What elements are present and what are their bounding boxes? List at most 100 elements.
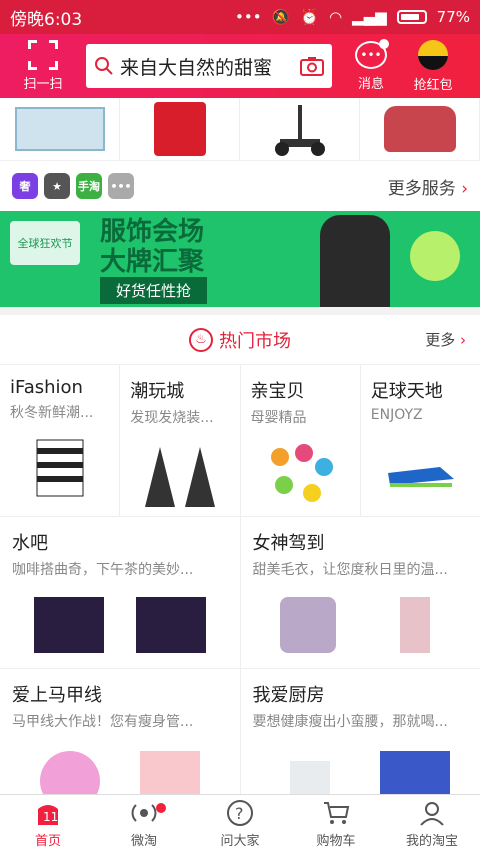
search-text: 来自大自然的甜蜜 — [120, 56, 273, 79]
sweater-women-image — [280, 597, 431, 653]
market-subtitle: 秋冬新鲜潮... — [10, 405, 94, 421]
tab-my-taobao[interactable]: 我的淘宝 — [384, 795, 480, 853]
hot-market-title: 热门市场 — [219, 330, 291, 352]
camera-icon[interactable] — [300, 56, 324, 76]
baby-toys-image — [271, 444, 334, 502]
services-row: 奢 ★ 手淘 ••• 更多服务 › — [0, 161, 480, 211]
fire-icon: ♨ — [189, 327, 213, 352]
market-subtitle: 甜美毛衣，让您度秋日里的温... — [252, 562, 448, 578]
hot-more-link[interactable]: 更多 › — [425, 329, 466, 350]
market-subtitle: 母婴精品 — [250, 410, 307, 426]
more-services-link[interactable]: 更多服务 › — [388, 174, 468, 199]
scan-label: 扫一扫 — [23, 77, 63, 92]
status-time: 傍晚6:03 — [10, 9, 83, 30]
product-condom[interactable] — [120, 98, 240, 160]
market-title: 我爱厨房 — [252, 685, 325, 706]
market-subtitle: 咖啡搭曲奇，下午茶的美妙... — [12, 562, 194, 578]
alarm-icon: ⏰ — [300, 8, 319, 26]
profile-icon — [418, 799, 446, 827]
svg-text:11: 11 — [43, 810, 58, 824]
mute-icon: 🔕 — [271, 8, 291, 26]
tab-cart[interactable]: 购物车 — [288, 795, 384, 853]
scan-icon — [28, 40, 58, 70]
status-bar: 傍晚6:03 ••• 🔕 ⏰ ◠ ▂▄▆ 77% — [0, 0, 480, 34]
service-icon-1[interactable]: 奢 — [12, 173, 38, 199]
tissue-image — [14, 107, 105, 151]
market-goddess[interactable]: 女神驾到 甜美毛衣，让您度秋日里的温... — [241, 517, 480, 668]
scan-button[interactable]: 扫一扫 — [0, 40, 86, 92]
top-header: 扫一扫 来自大自然的甜蜜 ••• 消息 抢红包 — [0, 34, 480, 98]
market-row-2: 水吧 咖啡搭曲奇，下午茶的美妙... 女神驾到 甜美毛衣，让您度秋日里的温... — [0, 517, 480, 669]
market-title: 亲宝贝 — [250, 381, 305, 402]
market-title: 女神驾到 — [252, 533, 325, 554]
tab-ask[interactable]: ? 问大家 — [192, 795, 288, 853]
fitness-image — [39, 751, 200, 794]
product-bag[interactable] — [360, 98, 480, 160]
message-button[interactable]: ••• 消息 — [340, 38, 402, 92]
market-subtitle: 要想健康瘦出小蛮腰，那就喝... — [252, 714, 448, 730]
more-dots-icon: ••• — [235, 8, 262, 26]
condom-image — [153, 102, 206, 156]
chevron-right-icon: › — [461, 178, 468, 199]
market-toy-city[interactable]: 潮玩城 发现发烧装... — [120, 365, 241, 516]
tab-weitao[interactable]: 微淘 — [96, 795, 192, 853]
promo-banner[interactable]: 全球狂欢节 服饰会场 大牌汇聚 好货任性抢 — [0, 211, 480, 307]
figure-image — [144, 447, 215, 507]
banner-title: 服饰会场 大牌汇聚 — [100, 217, 205, 277]
kitchen-image — [290, 751, 451, 794]
banner-badge: 全球狂欢节 — [10, 221, 80, 265]
shoes-image — [388, 467, 455, 487]
search-icon — [95, 57, 113, 75]
banner-pill: 好货任性抢 — [100, 277, 208, 304]
notification-dot — [156, 803, 166, 813]
product-scooter[interactable] — [240, 98, 360, 160]
market-water-bar[interactable]: 水吧 咖啡搭曲奇，下午茶的美妙... — [0, 517, 241, 668]
battery-level: 77% — [436, 8, 470, 26]
question-icon: ? — [226, 799, 254, 827]
tab-label: 首页 — [34, 834, 61, 849]
service-icon-2[interactable]: ★ — [44, 173, 70, 199]
market-subtitle: 发现发烧装... — [130, 410, 214, 426]
search-input[interactable]: 来自大自然的甜蜜 — [86, 44, 332, 88]
home-icon: 11 — [34, 799, 62, 827]
chevron-right-icon: › — [460, 331, 466, 349]
wifi-icon: ◠ — [328, 8, 343, 26]
market-row-1: iFashion 秋冬新鲜潮... 潮玩城 发现发烧装... 亲宝贝 母婴精品 … — [0, 365, 480, 517]
tab-label: 我的淘宝 — [405, 834, 458, 849]
market-title: 足球天地 — [370, 381, 443, 402]
broadcast-icon — [130, 799, 158, 827]
market-ifashion[interactable]: iFashion 秋冬新鲜潮... — [0, 365, 121, 516]
coffee-image — [33, 597, 206, 653]
hot-market-header: ♨ 热门市场 更多 › — [0, 315, 480, 365]
scooter-image — [274, 105, 325, 156]
market-baby[interactable]: 亲宝贝 母婴精品 — [241, 365, 361, 516]
market-subtitle: 马甲线大作战！您有瘦身管... — [12, 714, 194, 730]
main-content: 奢 ★ 手淘 ••• 更多服务 › 全球狂欢节 服饰会场 大牌汇聚 好货任性抢 ♨… — [0, 98, 480, 794]
market-row-3: 爱上马甲线 马甲线大作战！您有瘦身管... 我爱厨房 要想健康瘦出小蛮腰，那就喝… — [0, 669, 480, 794]
market-subtitle: ENJOYZ — [370, 407, 423, 423]
market-title: 爱上马甲线 — [12, 685, 102, 706]
message-icon: ••• — [355, 38, 389, 69]
market-football[interactable]: 足球天地 ENJOYZ — [361, 365, 480, 516]
banner-decor — [410, 231, 460, 281]
svg-text:?: ? — [235, 804, 244, 823]
redpack-label: 抢红包 — [413, 77, 453, 93]
jacket-image — [320, 215, 390, 307]
service-icon-4[interactable]: ••• — [108, 173, 134, 199]
tab-label: 购物车 — [316, 834, 356, 849]
tab-label: 微淘 — [130, 834, 157, 849]
market-abs[interactable]: 爱上马甲线 马甲线大作战！您有瘦身管... — [0, 669, 241, 794]
market-kitchen[interactable]: 我爱厨房 要想健康瘦出小蛮腰，那就喝... — [241, 669, 480, 794]
market-title: iFashion — [10, 377, 83, 398]
signal-icon: ▂▄▆ — [352, 8, 387, 26]
message-label: 消息 — [357, 76, 384, 92]
redpack-button[interactable]: 抢红包 — [402, 39, 464, 93]
battery-icon — [396, 10, 427, 24]
tab-label: 问大家 — [220, 834, 260, 849]
bottom-tab-bar: 11 首页 微淘 ? 问大家 购物车 我的淘宝 — [0, 794, 480, 853]
redpack-icon — [418, 39, 448, 70]
tab-home[interactable]: 11 首页 — [0, 795, 96, 853]
service-icon-3[interactable]: 手淘 — [76, 173, 102, 199]
market-title: 潮玩城 — [130, 381, 185, 402]
product-tissue[interactable] — [0, 98, 120, 160]
